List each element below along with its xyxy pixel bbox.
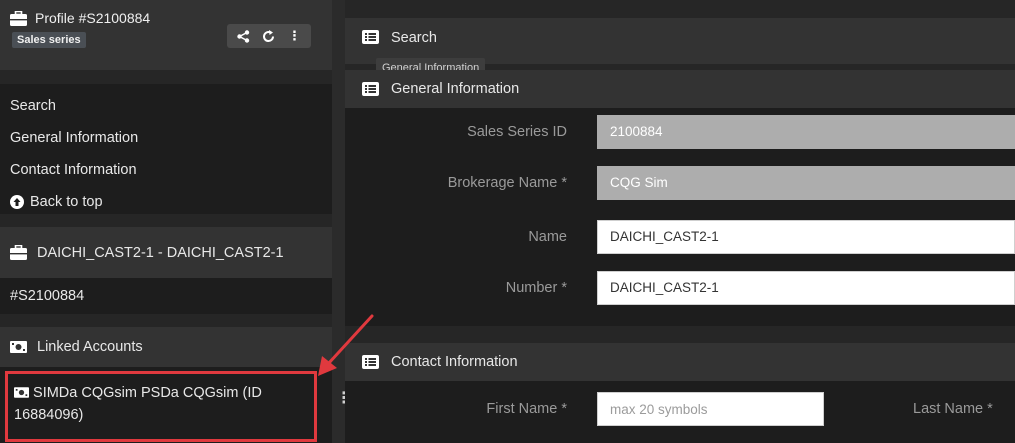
sales-series-badge: Sales series — [12, 32, 86, 48]
list-icon — [362, 30, 379, 44]
account-title: DAICHI_CAST2-1 - DAICHI_CAST2-1 — [37, 244, 284, 261]
last-name-label: Last Name * — [913, 401, 993, 417]
arrow-up-circle-icon — [10, 195, 24, 209]
sidebar: Profile #S2100884 Sales series ⋮ Search … — [0, 0, 332, 443]
money-bill-icon — [14, 387, 29, 398]
search-section-header[interactable]: Search General Information — [345, 18, 1015, 78]
vertical-dots-icon[interactable]: ⋮ — [284, 26, 304, 46]
list-icon — [362, 355, 379, 369]
linked-account-item[interactable]: SIMDa CQGsim PSDa CQGsim (ID 16884096) — [5, 371, 317, 442]
back-to-top-link[interactable]: Back to top — [10, 186, 322, 218]
name-label: Name — [528, 229, 567, 245]
contact-information-form: First Name * Last Name * — [345, 381, 1015, 443]
first-name-input[interactable] — [597, 392, 824, 426]
general-information-header[interactable]: General Information — [345, 70, 1015, 108]
linked-accounts-header: Linked Accounts — [0, 327, 332, 367]
brokerage-name-field: CQG Sim — [597, 166, 1015, 200]
sales-series-id-field: 2100884 — [597, 115, 1015, 149]
account-header: DAICHI_CAST2-1 - DAICHI_CAST2-1 — [0, 227, 332, 278]
nav-link-contact-information[interactable]: Contact Information — [10, 154, 322, 186]
general-information-title: General Information — [391, 81, 520, 97]
briefcase-icon — [10, 10, 27, 26]
number-field[interactable]: DAICHI_CAST2-1 — [597, 271, 1015, 305]
linked-accounts-list: SIMDa CQGsim PSDa CQGsim (ID 16884096) — [0, 367, 332, 443]
first-name-label: First Name * — [486, 401, 567, 417]
nav-link-search[interactable]: Search — [10, 90, 322, 122]
profile-toolbar: ⋮ — [227, 24, 311, 48]
refresh-icon[interactable] — [259, 26, 279, 46]
name-field[interactable]: DAICHI_CAST2-1 — [597, 220, 1015, 254]
general-information-form: Sales Series ID 2100884 Brokerage Name *… — [345, 108, 1015, 326]
account-id-row: #S2100884 — [0, 278, 332, 314]
section-nav: Search General Information Contact Infor… — [0, 84, 332, 214]
contact-information-header[interactable]: Contact Information — [345, 343, 1015, 381]
number-label: Number * — [505, 280, 567, 296]
linked-accounts-title: Linked Accounts — [37, 339, 143, 355]
contact-information-title: Contact Information — [391, 354, 518, 370]
account-id: #S2100884 — [10, 288, 85, 304]
brokerage-name-label: Brokerage Name * — [447, 175, 567, 191]
form-row-brokerage-name: Brokerage Name * CQG Sim — [345, 166, 1015, 200]
money-bill-icon — [10, 341, 27, 353]
linked-account-label-line2: 16884096) — [14, 407, 84, 423]
profile-title-text: Profile #S2100884 — [35, 10, 151, 26]
form-row-name: Name DAICHI_CAST2-1 — [345, 220, 1015, 254]
nav-link-general-information[interactable]: General Information — [10, 122, 322, 154]
form-row-number: Number * DAICHI_CAST2-1 — [345, 271, 1015, 305]
back-to-top-label: Back to top — [30, 194, 103, 210]
briefcase-icon — [10, 245, 27, 260]
share-icon[interactable] — [234, 26, 254, 46]
form-row-sales-series-id: Sales Series ID 2100884 — [345, 115, 1015, 149]
profile-header: Profile #S2100884 Sales series ⋮ — [0, 0, 332, 70]
list-icon — [362, 82, 379, 96]
search-section-title: Search — [391, 30, 437, 46]
sales-series-id-label: Sales Series ID — [467, 124, 567, 140]
main-panel: Search General Information General Infor… — [345, 0, 1015, 443]
linked-account-label-line1: SIMDa CQGsim PSDa CQGsim (ID — [33, 385, 262, 401]
